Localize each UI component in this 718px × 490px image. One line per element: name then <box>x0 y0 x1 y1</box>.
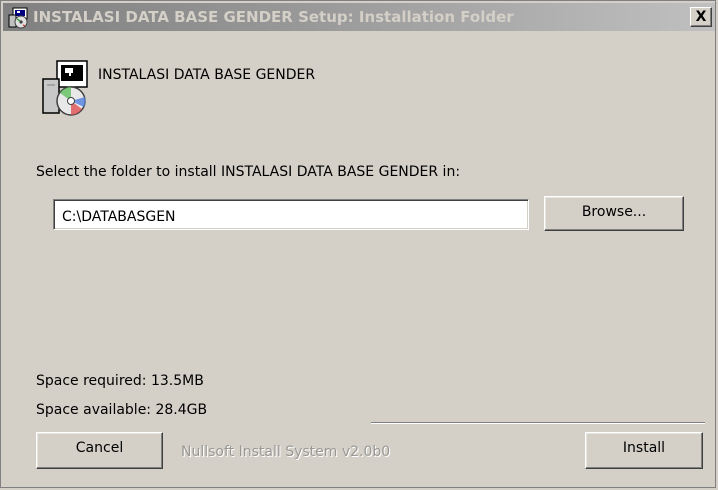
folder-prompt-label: Select the folder to install INSTALASI D… <box>36 164 461 180</box>
title-bar[interactable]: INSTALASI DATA BASE GENDER Setup: Instal… <box>3 3 715 31</box>
install-button[interactable]: Install <box>585 432 703 469</box>
installer-icon <box>8 7 28 29</box>
space-available-label: Space available: 28.4GB <box>36 402 208 418</box>
cancel-button[interactable]: Cancel <box>36 432 163 469</box>
close-icon: X <box>695 9 707 25</box>
nsis-branding-text: Nullsoft Install System v2.0b0 <box>181 444 391 460</box>
install-path-input[interactable] <box>53 199 529 230</box>
window-title: INSTALASI DATA BASE GENDER Setup: Instal… <box>33 8 514 26</box>
product-title: INSTALASI DATA BASE GENDER <box>98 67 316 83</box>
close-button[interactable]: X <box>690 7 712 27</box>
branding-separator <box>371 422 705 424</box>
browse-button[interactable]: Browse... <box>544 196 684 231</box>
setup-window: INSTALASI DATA BASE GENDER Setup: Instal… <box>0 0 716 488</box>
space-required-label: Space required: 13.5MB <box>36 373 204 389</box>
installer-cd-icon <box>42 60 88 116</box>
